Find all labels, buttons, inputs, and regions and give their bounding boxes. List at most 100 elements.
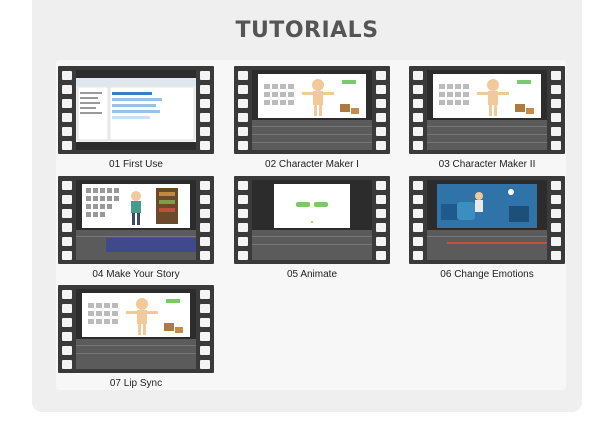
film-sprocket-hole <box>62 223 72 232</box>
film-sprocket-hole <box>376 251 386 260</box>
film-sprocket-hole <box>413 237 423 246</box>
make-your-story-screenshot <box>76 180 196 260</box>
film-sprocket-hole <box>376 85 386 94</box>
film-perforations <box>549 66 563 154</box>
tutorial-tile-lip-sync[interactable]: 07 Lip Sync <box>58 285 214 389</box>
film-sprocket-hole <box>376 113 386 122</box>
film-sprocket-hole <box>551 141 561 150</box>
tutorial-label[interactable]: 01 First Use <box>58 159 214 170</box>
film-sprocket-hole <box>62 346 72 355</box>
film-sprocket-hole <box>413 127 423 136</box>
film-perforations <box>60 176 74 264</box>
tutorial-label[interactable]: 04 Make Your Story <box>58 269 214 280</box>
film-strip-thumbnail[interactable] <box>58 66 214 154</box>
film-strip-thumbnail[interactable] <box>234 176 390 264</box>
film-sprocket-hole <box>376 223 386 232</box>
film-sprocket-hole <box>62 360 72 369</box>
character-maker-screenshot <box>252 70 372 150</box>
film-perforations <box>411 66 425 154</box>
film-sprocket-hole <box>238 127 248 136</box>
film-sprocket-hole <box>200 318 210 327</box>
film-perforations <box>198 66 212 154</box>
film-perforations <box>374 176 388 264</box>
film-sprocket-hole <box>200 251 210 260</box>
film-sprocket-hole <box>62 195 72 204</box>
first-use-screenshot <box>76 70 196 150</box>
film-sprocket-hole <box>413 113 423 122</box>
film-sprocket-hole <box>413 181 423 190</box>
film-strip-thumbnail[interactable] <box>409 66 565 154</box>
film-sprocket-hole <box>551 99 561 108</box>
tutorial-label[interactable]: 02 Character Maker I <box>234 159 390 170</box>
film-sprocket-hole <box>200 71 210 80</box>
film-sprocket-hole <box>200 360 210 369</box>
film-perforations <box>60 285 74 373</box>
video-frame <box>76 180 196 260</box>
tutorial-label[interactable]: 05 Animate <box>234 269 390 280</box>
film-sprocket-hole <box>413 71 423 80</box>
tutorial-label[interactable]: 03 Character Maker II <box>409 159 565 170</box>
film-sprocket-hole <box>62 318 72 327</box>
film-sprocket-hole <box>551 237 561 246</box>
video-frame <box>252 180 372 260</box>
film-sprocket-hole <box>376 181 386 190</box>
tutorial-tile-make-your-story[interactable]: 04 Make Your Story <box>58 176 214 280</box>
film-sprocket-hole <box>413 141 423 150</box>
film-sprocket-hole <box>62 290 72 299</box>
film-sprocket-hole <box>200 127 210 136</box>
film-sprocket-hole <box>62 181 72 190</box>
film-sprocket-hole <box>62 251 72 260</box>
film-sprocket-hole <box>551 209 561 218</box>
film-sprocket-hole <box>62 304 72 313</box>
film-perforations <box>198 176 212 264</box>
film-sprocket-hole <box>238 195 248 204</box>
film-sprocket-hole <box>238 181 248 190</box>
film-strip-thumbnail[interactable] <box>58 285 214 373</box>
film-sprocket-hole <box>551 223 561 232</box>
film-sprocket-hole <box>551 251 561 260</box>
tutorial-tile-character-maker-2[interactable]: 03 Character Maker II <box>409 66 565 170</box>
film-sprocket-hole <box>551 85 561 94</box>
film-strip-thumbnail[interactable] <box>409 176 565 264</box>
film-sprocket-hole <box>238 71 248 80</box>
film-sprocket-hole <box>200 332 210 341</box>
film-perforations <box>198 285 212 373</box>
film-strip-thumbnail[interactable] <box>234 66 390 154</box>
film-sprocket-hole <box>238 223 248 232</box>
change-emotions-screenshot <box>427 180 547 260</box>
tutorial-tile-first-use[interactable]: 01 First Use <box>58 66 214 170</box>
film-sprocket-hole <box>200 290 210 299</box>
film-perforations <box>236 66 250 154</box>
film-sprocket-hole <box>413 223 423 232</box>
film-perforations <box>374 66 388 154</box>
film-sprocket-hole <box>238 209 248 218</box>
film-strip-thumbnail[interactable] <box>58 176 214 264</box>
film-sprocket-hole <box>200 85 210 94</box>
tutorial-tile-change-emotions[interactable]: 06 Change Emotions <box>409 176 565 280</box>
tutorial-tile-character-maker-1[interactable]: 02 Character Maker I <box>234 66 390 170</box>
page-title: TUTORIALS <box>235 18 379 43</box>
film-sprocket-hole <box>62 237 72 246</box>
tutorial-label[interactable]: 06 Change Emotions <box>409 269 565 280</box>
film-sprocket-hole <box>62 127 72 136</box>
video-frame <box>427 180 547 260</box>
film-sprocket-hole <box>376 141 386 150</box>
film-sprocket-hole <box>200 346 210 355</box>
video-frame <box>427 70 547 150</box>
film-sprocket-hole <box>62 113 72 122</box>
film-sprocket-hole <box>551 195 561 204</box>
film-perforations <box>236 176 250 264</box>
film-sprocket-hole <box>200 195 210 204</box>
tutorial-tile-animate[interactable]: 05 Animate <box>234 176 390 280</box>
film-sprocket-hole <box>413 209 423 218</box>
film-sprocket-hole <box>238 237 248 246</box>
film-sprocket-hole <box>376 209 386 218</box>
lip-sync-screenshot <box>76 289 196 369</box>
film-sprocket-hole <box>413 251 423 260</box>
film-sprocket-hole <box>62 85 72 94</box>
film-sprocket-hole <box>551 71 561 80</box>
tutorial-label[interactable]: 07 Lip Sync <box>58 378 214 389</box>
film-perforations <box>549 176 563 264</box>
film-sprocket-hole <box>62 71 72 80</box>
film-sprocket-hole <box>413 85 423 94</box>
